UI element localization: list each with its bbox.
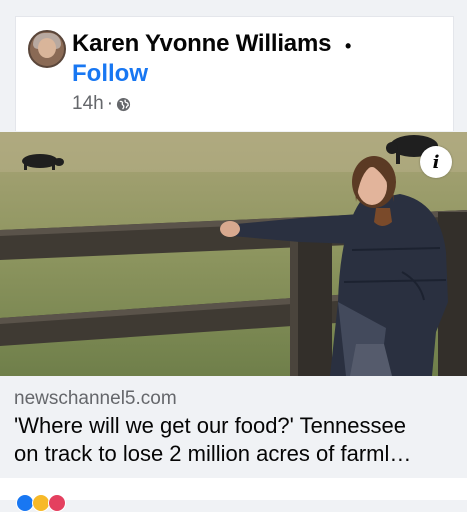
- author-avatar[interactable]: [28, 30, 66, 68]
- info-icon[interactable]: i: [420, 146, 452, 178]
- link-domain: newschannel5.com: [14, 388, 177, 409]
- meta-separator: ·: [106, 93, 114, 114]
- post-photo[interactable]: [0, 132, 467, 376]
- link-headline[interactable]: 'Where will we get our food?' Tennessee …: [14, 412, 454, 468]
- headline-line-2: on track to lose 2 million acres of farm…: [14, 441, 412, 466]
- follow-button[interactable]: Follow: [72, 60, 148, 88]
- headline-line-1: 'Where will we get our food?' Tennessee: [14, 413, 406, 438]
- post-meta: 14h ·: [72, 93, 131, 115]
- globe-icon: [116, 97, 131, 111]
- name-separator: •: [345, 36, 352, 56]
- farm-scene: [0, 132, 467, 376]
- author-name[interactable]: Karen Yvonne Williams: [72, 30, 331, 58]
- reactions-bar: [0, 478, 467, 500]
- haha-icon[interactable]: [48, 494, 66, 512]
- post-time[interactable]: 14h: [72, 93, 104, 115]
